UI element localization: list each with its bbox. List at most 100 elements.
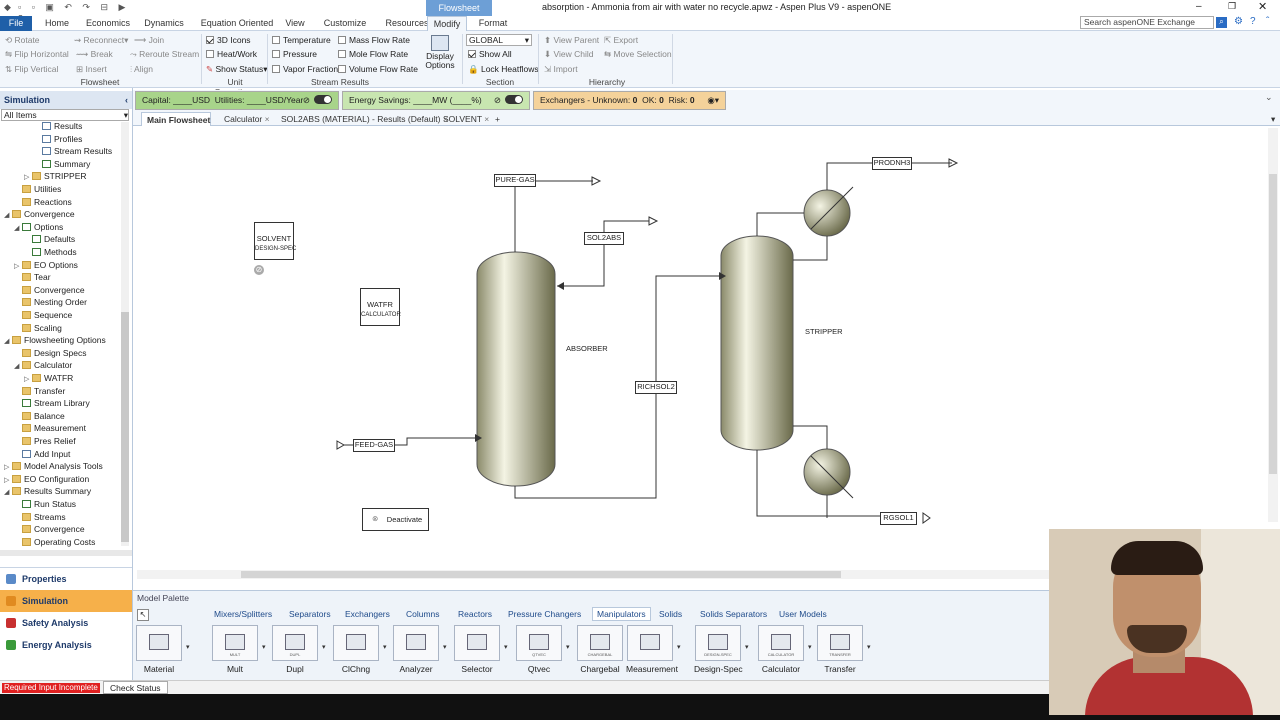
break-button[interactable]: ⟿ Break xyxy=(76,48,113,60)
rotate-button[interactable]: ⟲ Rotate xyxy=(5,34,40,46)
temperature-checkbox[interactable]: Temperature xyxy=(272,34,331,46)
tree-item[interactable]: ▷ STRIPPER xyxy=(0,170,87,183)
input-status-badge[interactable]: Required Input Incomplete xyxy=(2,683,100,693)
palette-item-calculator[interactable]: CALCULATOR Calculator xyxy=(757,625,805,674)
palette-dropdown-icon[interactable]: ▾ xyxy=(504,643,508,651)
align-button[interactable]: ⫶ Align xyxy=(130,63,153,75)
file-menu[interactable]: File xyxy=(0,16,32,31)
tree-item[interactable]: Transfer xyxy=(0,385,65,398)
stream-sol2abs[interactable]: SOL2ABS xyxy=(584,232,624,245)
menu-tab-equation-oriented[interactable]: Equation Oriented xyxy=(195,16,279,31)
exchange-search-input[interactable]: Search aspenONE Exchange xyxy=(1080,16,1214,29)
palette-tab-columns[interactable]: Columns xyxy=(406,609,440,619)
flip-vertical-button[interactable]: ⇅ Flip Vertical xyxy=(5,63,58,75)
palette-tab-solids-separators[interactable]: Solids Separators xyxy=(700,609,767,619)
volume-flow-checkbox[interactable]: Volume Flow Rate xyxy=(338,63,418,75)
flowsheet-canvas[interactable]: PURE-GAS SOL2ABS FEED-GAS RICHSOL2 PRODN… xyxy=(137,128,1268,570)
join-button[interactable]: ⟶ Join xyxy=(134,34,164,46)
palette-tab-mixers-splitters[interactable]: Mixers/Splitters xyxy=(214,609,272,619)
view-child-button[interactable]: ⬇ View Child xyxy=(544,48,594,60)
palette-dropdown-icon[interactable]: ▾ xyxy=(808,643,812,651)
menu-tab-dynamics[interactable]: Dynamics xyxy=(140,16,188,31)
tree-item[interactable]: ▷ EO Options xyxy=(0,259,78,272)
tree-item[interactable]: Reactions xyxy=(0,196,72,209)
restore-icon[interactable]: ❐ xyxy=(1228,1,1236,12)
search-icon[interactable]: ⌕ xyxy=(1216,17,1227,28)
tree-item[interactable]: Run Status xyxy=(0,498,76,511)
watfr-calculator-block[interactable]: WATFR CALCULATOR xyxy=(360,288,401,326)
tree-item[interactable]: ◢ Results Summary xyxy=(0,485,91,498)
tree-item[interactable]: Profiles xyxy=(0,133,82,146)
tree-item[interactable]: Summary xyxy=(0,158,90,171)
doc-tab[interactable]: SOLVENT × xyxy=(438,112,489,126)
reconnect-button[interactable]: ⇝ Reconnect▾ xyxy=(74,34,128,46)
stripper-label[interactable]: STRIPPER xyxy=(805,327,843,336)
tree-item[interactable]: Add Input xyxy=(0,448,70,461)
heat-work-checkbox[interactable]: Heat/Work xyxy=(206,48,257,60)
nav-properties[interactable]: Properties xyxy=(0,568,132,590)
tree-item[interactable]: Convergence xyxy=(0,284,85,297)
mole-flow-checkbox[interactable]: Mole Flow Rate xyxy=(338,48,408,60)
absorber-label[interactable]: ABSORBER xyxy=(566,344,608,353)
tree-item[interactable]: Scaling xyxy=(0,322,62,335)
solvent-design-spec-block[interactable]: SOLVENT DESIGN-SPEC xyxy=(254,222,296,260)
new-tab-icon[interactable]: + xyxy=(495,112,500,126)
nav-energy-analysis[interactable]: Energy Analysis xyxy=(0,634,132,656)
minimize-ribbon-icon[interactable]: ˆ xyxy=(1266,16,1269,27)
vapor-fraction-checkbox[interactable]: Vapor Fraction xyxy=(272,63,338,75)
exchangers-icon[interactable]: ◉▾ xyxy=(707,92,719,109)
palette-dropdown-icon[interactable]: ▾ xyxy=(443,643,447,651)
tree-item[interactable]: Convergence xyxy=(0,523,85,536)
tree-item[interactable]: Pres Relief xyxy=(0,435,76,448)
doc-tab[interactable]: Main Flowsheet xyxy=(141,112,211,126)
doc-tab[interactable]: Calculator × xyxy=(219,112,271,126)
select-mode-icon[interactable]: ↖ xyxy=(137,609,149,621)
tree-item[interactable]: Stream Results xyxy=(0,145,112,158)
palette-tab-user-models[interactable]: User Models xyxy=(779,609,827,619)
tree-item[interactable]: ◢ Convergence xyxy=(0,208,75,221)
flip-horizontal-button[interactable]: ⇋ Flip Horizontal xyxy=(5,48,69,60)
stream-pure-gas[interactable]: PURE-GAS xyxy=(494,174,536,187)
palette-item-measurement[interactable]: Measurement xyxy=(626,625,678,674)
palette-item-transfer[interactable]: TRANSFER Transfer xyxy=(816,625,864,674)
palette-item-mult[interactable]: MULT Mult xyxy=(211,625,259,674)
view-parent-button[interactable]: ⬆ View Parent xyxy=(544,34,599,46)
palette-item-analyzer[interactable]: Analyzer xyxy=(392,625,440,674)
menu-tab-resources[interactable]: Resources xyxy=(385,16,429,31)
energy-savings-box[interactable]: Energy Savings: ____MW (____%) ⊘ xyxy=(342,91,530,110)
collapse-bar-icon[interactable]: ⌄ xyxy=(1265,92,1273,103)
palette-tab-exchangers[interactable]: Exchangers xyxy=(345,609,390,619)
tree-item[interactable]: ◢ Flowsheeting Options xyxy=(0,334,106,347)
palette-tab-reactors[interactable]: Reactors xyxy=(458,609,492,619)
tree-item[interactable]: ▷ WATFR xyxy=(0,372,73,385)
reroute-stream-button[interactable]: ⤳ Reroute Stream xyxy=(130,48,199,60)
pressure-checkbox[interactable]: Pressure xyxy=(272,48,317,60)
close-tab-icon[interactable]: × xyxy=(262,114,270,124)
palette-item-qtvec[interactable]: QTVEC Qtvec xyxy=(515,625,563,674)
tree-hscrollbar[interactable] xyxy=(0,550,132,556)
tree-item[interactable]: Balance xyxy=(0,410,65,423)
palette-item-clchng[interactable]: ClChng xyxy=(332,625,380,674)
minimize-icon[interactable]: – xyxy=(1196,1,1202,12)
palette-item-design-spec[interactable]: DESIGN-SPEC Design-Spec xyxy=(694,625,743,674)
move-selection-button[interactable]: ⇆ Move Selection xyxy=(604,48,672,60)
check-status-button[interactable]: Check Status xyxy=(103,681,168,694)
palette-tab-pressure-changers[interactable]: Pressure Changers xyxy=(508,609,581,619)
menu-tab-modify[interactable]: Modify xyxy=(427,16,467,31)
palette-tab-separators[interactable]: Separators xyxy=(289,609,331,619)
menu-tab-view[interactable]: View xyxy=(283,16,307,31)
stream-richsol2[interactable]: RICHSOL2 xyxy=(635,381,677,394)
tree-item[interactable]: ◢ Options xyxy=(0,221,63,234)
tab-list-icon[interactable]: ▾ xyxy=(1271,112,1275,126)
show-all-checkbox[interactable]: Show All xyxy=(468,48,512,60)
help-icon[interactable]: ? xyxy=(1250,16,1256,27)
tree-item[interactable]: Streams xyxy=(0,511,66,524)
stream-prodnh3[interactable]: PRODNH3 xyxy=(872,157,912,170)
palette-dropdown-icon[interactable]: ▾ xyxy=(677,643,681,651)
palette-item-chargebal[interactable]: CHARGEBAL Chargebal xyxy=(576,625,624,674)
export-button[interactable]: ⇱ Export xyxy=(604,34,638,46)
palette-dropdown-icon[interactable]: ▾ xyxy=(867,643,871,651)
capital-costs-box[interactable]: Capital: ____USD Utilities: ____USD/Year… xyxy=(135,91,339,110)
palette-item-dupl[interactable]: DUPL Dupl xyxy=(271,625,319,674)
settings-icon[interactable]: ⚙ xyxy=(1234,16,1243,27)
